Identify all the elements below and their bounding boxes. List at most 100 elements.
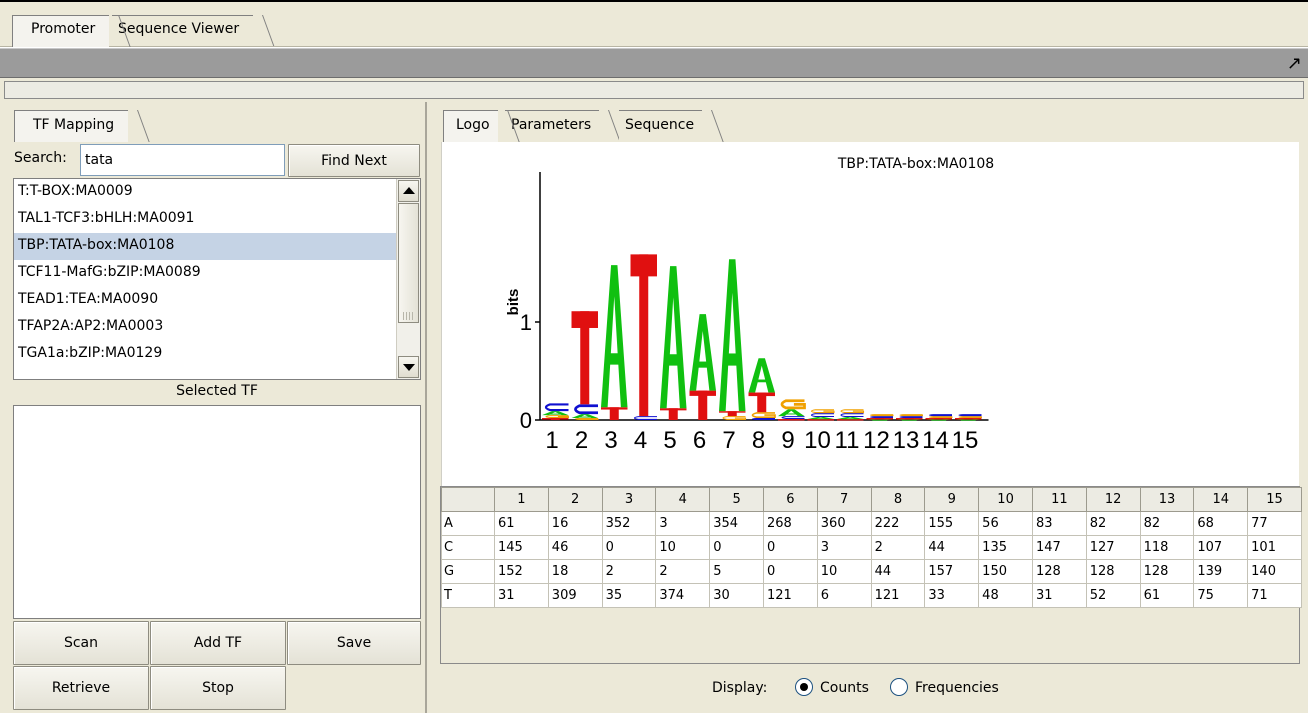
counts-label[interactable]: Counts <box>820 680 869 696</box>
column-header[interactable]: 2 <box>547 487 603 512</box>
table-cell[interactable]: 128 <box>1139 559 1195 584</box>
column-header[interactable]: 10 <box>978 487 1033 512</box>
retrieve-button[interactable]: Retrieve <box>13 666 149 710</box>
table-cell[interactable]: 6 <box>816 583 872 608</box>
table-cell[interactable]: 30 <box>709 583 764 608</box>
table-cell[interactable]: 10 <box>655 535 711 560</box>
search-input[interactable] <box>80 144 285 176</box>
table-cell[interactable]: 56 <box>978 511 1033 536</box>
table-cell[interactable]: 374 <box>655 583 711 608</box>
table-cell[interactable]: 33 <box>924 583 980 608</box>
table-cell[interactable]: 0 <box>709 535 764 560</box>
table-cell[interactable]: 44 <box>870 559 926 584</box>
table-cell[interactable]: 140 <box>1247 559 1302 584</box>
table-cell[interactable]: 3 <box>816 535 872 560</box>
table-cell[interactable]: 44 <box>924 535 980 560</box>
table-cell[interactable]: 46 <box>547 535 603 560</box>
column-header[interactable]: 8 <box>870 487 926 512</box>
table-cell[interactable]: 107 <box>1193 535 1249 560</box>
table-cell[interactable]: 48 <box>978 583 1033 608</box>
counts-radio[interactable] <box>795 678 813 696</box>
save-button[interactable]: Save <box>287 621 421 665</box>
table-cell[interactable]: 360 <box>816 511 872 536</box>
table-cell[interactable]: 155 <box>924 511 980 536</box>
table-cell[interactable]: 150 <box>978 559 1033 584</box>
tab-logo[interactable]: Logo <box>443 110 498 142</box>
table-cell[interactable]: 121 <box>870 583 926 608</box>
column-header[interactable]: 14 <box>1193 487 1249 512</box>
column-header[interactable]: 5 <box>709 487 764 512</box>
table-cell[interactable]: 52 <box>1085 583 1141 608</box>
column-header[interactable]: 12 <box>1085 487 1141 512</box>
table-cell[interactable]: 10 <box>816 559 872 584</box>
list-item[interactable]: TCF11-MafG:bZIP:MA0089 <box>14 260 397 287</box>
find-next-button[interactable]: Find Next <box>288 144 420 177</box>
list-item-selected[interactable]: TBP:TATA-box:MA0108 <box>14 233 397 260</box>
table-cell[interactable]: 2 <box>655 559 711 584</box>
scan-button[interactable]: Scan <box>13 621 149 665</box>
column-header[interactable]: 4 <box>655 487 711 512</box>
table-cell[interactable]: 61 <box>494 511 549 536</box>
table-cell[interactable]: 2 <box>601 559 657 584</box>
table-cell[interactable]: 128 <box>1085 559 1141 584</box>
table-cell[interactable]: 135 <box>978 535 1033 560</box>
table-cell[interactable]: 0 <box>601 535 657 560</box>
list-item[interactable]: TAL1-TCF3:bHLH:MA0091 <box>14 206 397 233</box>
table-cell[interactable]: 31 <box>494 583 549 608</box>
table-cell[interactable]: 77 <box>1247 511 1302 536</box>
table-cell[interactable]: 352 <box>601 511 657 536</box>
table-cell[interactable]: 152 <box>494 559 549 584</box>
list-item[interactable]: TGA1a:bZIP:MA0129 <box>14 341 397 368</box>
list-item[interactable]: TFAP2A:AP2:MA0003 <box>14 314 397 341</box>
column-header[interactable]: 15 <box>1247 487 1302 512</box>
tab-promoter[interactable]: Promoter <box>12 15 110 47</box>
column-header[interactable]: 7 <box>816 487 872 512</box>
table-cell[interactable]: 16 <box>547 511 603 536</box>
table-cell[interactable]: 121 <box>762 583 818 608</box>
selected-tf-list[interactable] <box>13 405 421 619</box>
table-cell[interactable]: 2 <box>870 535 926 560</box>
list-item[interactable]: TEAD1:TEA:MA0090 <box>14 287 397 314</box>
table-cell[interactable]: 128 <box>1031 559 1087 584</box>
table-cell[interactable]: 145 <box>494 535 549 560</box>
tab-tf-mapping[interactable]: TF Mapping <box>14 110 129 142</box>
table-cell[interactable]: 354 <box>709 511 764 536</box>
tab-sequence[interactable]: Sequence <box>619 110 703 142</box>
table-cell[interactable]: 222 <box>870 511 926 536</box>
column-header[interactable]: 3 <box>601 487 657 512</box>
table-cell[interactable]: 101 <box>1247 535 1302 560</box>
maximize-icon[interactable]: ↗ <box>1287 53 1302 74</box>
table-cell[interactable]: 118 <box>1139 535 1195 560</box>
table-cell[interactable]: 82 <box>1085 511 1141 536</box>
scroll-down-icon[interactable] <box>398 356 419 378</box>
add-tf-button[interactable]: Add TF <box>150 621 286 665</box>
column-header[interactable]: 9 <box>924 487 980 512</box>
scroll-thumb[interactable] <box>398 203 419 323</box>
list-scrollbar[interactable] <box>396 179 420 379</box>
tab-sequence-viewer[interactable]: Sequence Viewer <box>112 15 254 47</box>
list-item[interactable]: T:T-BOX:MA0009 <box>14 179 397 206</box>
table-cell[interactable]: 3 <box>655 511 711 536</box>
table-cell[interactable]: 82 <box>1139 511 1195 536</box>
tab-parameters[interactable]: Parameters <box>505 110 600 142</box>
column-header[interactable]: 1 <box>494 487 549 512</box>
frequencies-radio[interactable] <box>890 678 908 696</box>
table-cell[interactable]: 139 <box>1193 559 1249 584</box>
scroll-up-icon[interactable] <box>398 180 419 202</box>
table-cell[interactable]: 5 <box>709 559 764 584</box>
table-cell[interactable]: 309 <box>547 583 603 608</box>
table-cell[interactable]: 157 <box>924 559 980 584</box>
tf-list[interactable]: T:T-BOX:MA0009 TAL1-TCF3:bHLH:MA0091 TBP… <box>13 178 421 380</box>
table-cell[interactable]: 71 <box>1247 583 1302 608</box>
stop-button[interactable]: Stop <box>150 666 286 710</box>
frequencies-label[interactable]: Frequencies <box>915 680 999 696</box>
table-cell[interactable]: 68 <box>1193 511 1249 536</box>
table-cell[interactable]: 35 <box>601 583 657 608</box>
table-cell[interactable]: 0 <box>762 535 818 560</box>
table-cell[interactable]: 0 <box>762 559 818 584</box>
table-cell[interactable]: 147 <box>1031 535 1087 560</box>
table-cell[interactable]: 18 <box>547 559 603 584</box>
column-header[interactable]: 11 <box>1031 487 1087 512</box>
table-cell[interactable]: 31 <box>1031 583 1087 608</box>
table-cell[interactable]: 127 <box>1085 535 1141 560</box>
